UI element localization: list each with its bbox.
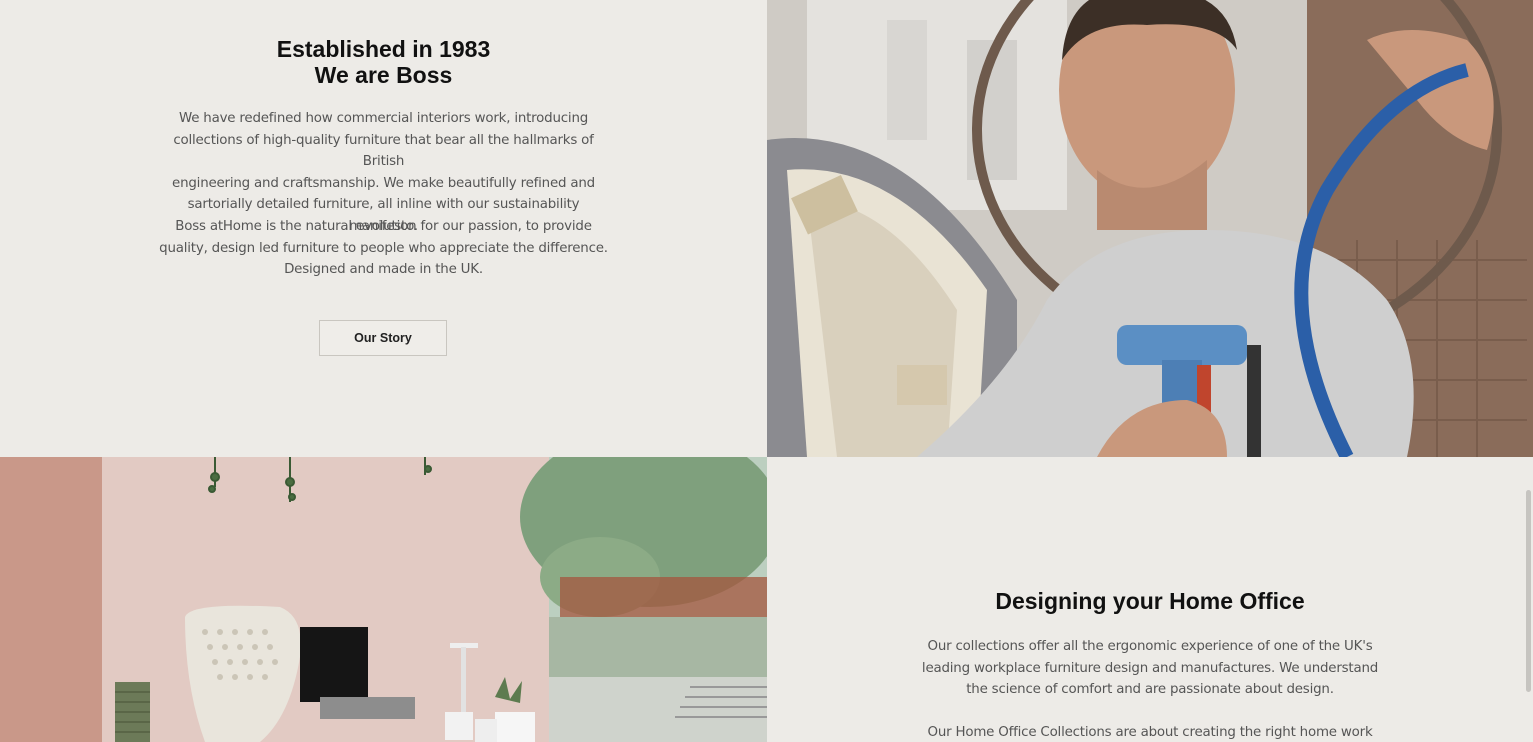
home-office-paragraph-2: Our Home Office Collections are about cr… bbox=[918, 722, 1382, 742]
text-line: Boss atHome is the natural evolution for… bbox=[175, 219, 592, 234]
text-line: Our collections offer all the ergonomic … bbox=[927, 639, 1373, 654]
about-heading-line2: We are Boss bbox=[314, 62, 453, 88]
home-office-heading: Designing your Home Office bbox=[995, 588, 1305, 614]
text-line: the science of comfort and are passionat… bbox=[966, 682, 1334, 698]
about-section: Established in 1983 We are Boss We have … bbox=[0, 0, 767, 457]
text-line: Designed and made in the UK. bbox=[284, 262, 483, 278]
home-office-section: Designing your Home Office Our collectio… bbox=[767, 457, 1533, 742]
text-line: collections of high-quality furniture th… bbox=[173, 132, 594, 170]
home-office-photo bbox=[0, 457, 767, 742]
text-line: quality, design led furniture to people … bbox=[159, 240, 608, 256]
about-heading: Established in 1983 We are Boss bbox=[0, 36, 767, 88]
text-line: engineering and craftsmanship. We make b… bbox=[172, 175, 595, 191]
about-heading-line1: Established in 1983 bbox=[276, 36, 491, 62]
text-line: Our Home Office Collections are about cr… bbox=[927, 725, 1373, 740]
about-paragraph-2: Boss atHome is the natural evolution for… bbox=[152, 216, 615, 281]
text-line: We have redefined how commercial interio… bbox=[178, 111, 589, 126]
text-line: leading workplace furniture design and m… bbox=[921, 660, 1379, 676]
craftsman-photo bbox=[767, 0, 1533, 457]
home-office-illustration bbox=[0, 457, 767, 742]
our-story-button[interactable]: Our Story bbox=[319, 320, 447, 356]
page-scrollbar[interactable] bbox=[1526, 490, 1531, 692]
craftsman-illustration bbox=[767, 0, 1533, 457]
home-office-paragraph-1: Our collections offer all the ergonomic … bbox=[918, 636, 1382, 701]
